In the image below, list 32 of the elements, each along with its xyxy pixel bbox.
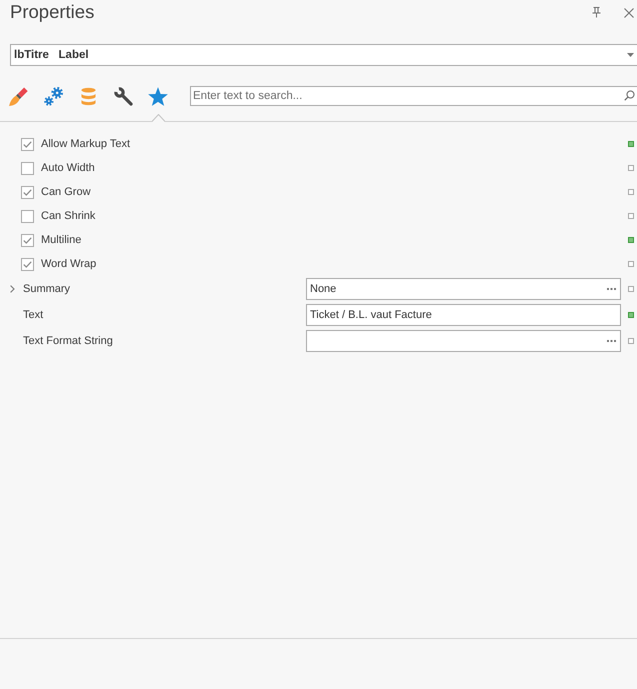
chevron-icon[interactable] — [10, 285, 15, 293]
pin-icon[interactable] — [592, 7, 601, 18]
search-icon — [624, 90, 635, 101]
search-field[interactable]: Enter text to search... — [190, 86, 637, 106]
checkbox[interactable] — [21, 138, 34, 150]
checkbox[interactable] — [21, 258, 34, 270]
database-icon — [80, 86, 96, 106]
gears-icon — [44, 86, 62, 106]
checkbox[interactable] — [21, 186, 34, 198]
property-label: Can Grow — [41, 186, 91, 198]
panel-title: Properties — [10, 0, 94, 24]
star-tab[interactable] — [147, 85, 169, 122]
checkbox[interactable] — [21, 234, 34, 246]
object-selector[interactable]: lbTitre Label — [10, 44, 637, 66]
property-label: Allow Markup Text — [41, 138, 130, 150]
close-icon[interactable] — [624, 8, 634, 18]
property-label: Text Format String — [23, 335, 113, 347]
checkbox[interactable] — [21, 162, 34, 174]
value-field[interactable]: Ticket / B.L. vaut Facture — [306, 304, 621, 326]
value-field[interactable]: None — [306, 278, 621, 300]
property-label: Summary — [23, 283, 70, 295]
value-field[interactable] — [306, 330, 621, 352]
wrench-icon — [114, 86, 132, 106]
star-icon — [148, 86, 168, 106]
caret-icon[interactable] — [627, 53, 634, 57]
property-label: Auto Width — [41, 162, 95, 174]
property-label: Word Wrap — [41, 258, 96, 270]
brush-icon — [8, 86, 28, 106]
property-label: Text — [23, 309, 44, 321]
checkbox[interactable] — [21, 210, 34, 222]
property-label: Multiline — [41, 234, 82, 246]
property-label: Can Shrink — [41, 210, 96, 222]
